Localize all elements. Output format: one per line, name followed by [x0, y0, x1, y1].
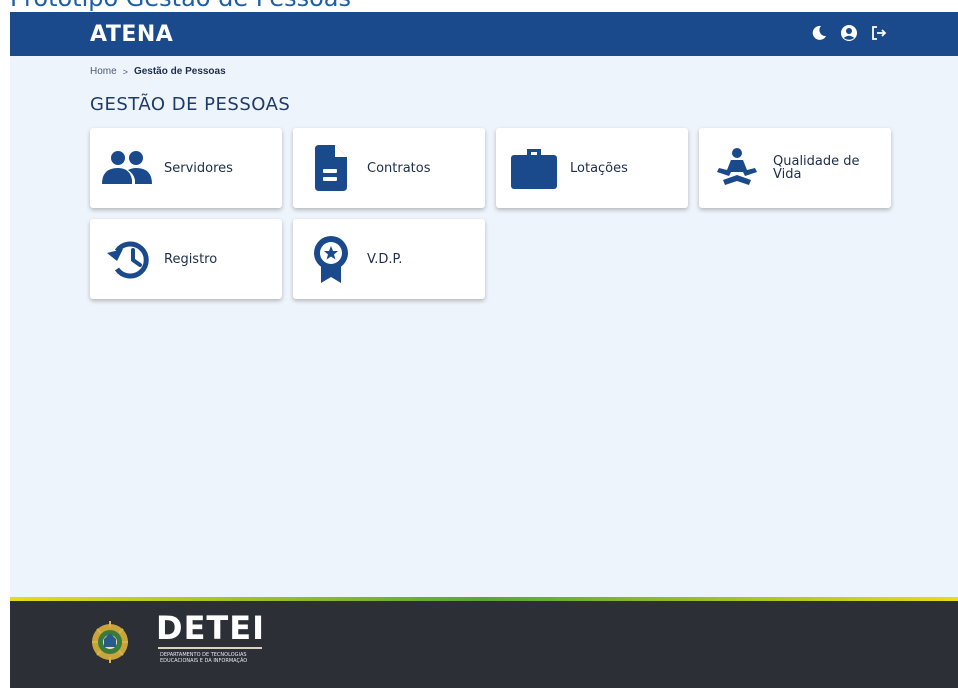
moon-icon[interactable] [810, 24, 828, 42]
card-label: Servidores [164, 160, 233, 176]
card-registro[interactable]: Registro [90, 219, 282, 299]
card-label: V.D.P. [367, 251, 403, 267]
logout-icon[interactable] [870, 24, 888, 42]
detei-logo-text: DETEI [156, 609, 266, 647]
user-circle-icon[interactable] [840, 24, 858, 42]
breadcrumb-current: Gestão de Pessoas [133, 66, 226, 77]
users-icon [102, 142, 154, 194]
card-label: Lotações [570, 160, 628, 176]
card-label: Qualidade de Vida [773, 154, 860, 182]
document-icon [305, 142, 357, 194]
document-title: Protótipo Gestão de Pessoas [10, 0, 351, 10]
briefcase-icon [508, 142, 560, 194]
card-vdp[interactable]: V.D.P. [293, 219, 485, 299]
footer: DETEI DEPARTAMENTO DE TECNOLOGIAS EDUCAC… [10, 601, 958, 688]
brand-logo[interactable]: ATENA [90, 22, 173, 47]
card-label: Registro [164, 251, 218, 267]
card-contratos[interactable]: Contratos [293, 128, 485, 208]
top-navbar: ATENA [10, 12, 958, 56]
breadcrumb: Home > Gestão de Pessoas [90, 66, 226, 77]
header-actions [810, 24, 888, 42]
meditation-icon [711, 142, 763, 194]
award-icon [305, 233, 357, 285]
state-seal-logo [90, 617, 130, 667]
history-icon [102, 233, 154, 285]
detei-logo: DETEI DEPARTAMENTO DE TECNOLOGIAS EDUCAC… [156, 611, 265, 664]
breadcrumb-separator: > [122, 66, 128, 77]
page-title: GESTÃO DE PESSOAS [90, 94, 291, 115]
card-label: Contratos [367, 160, 431, 176]
logo-subtitle-line-2: EDUCACIONAIS E DA INFORMAÇÃO [160, 658, 248, 664]
card-servidores[interactable]: Servidores [90, 128, 282, 208]
app-frame: ATENA Home > Gestão de Pessoas GESTÃO DE… [10, 12, 958, 688]
logo-divider [158, 647, 262, 649]
card-qualidade-de-vida[interactable]: Qualidade de Vida [699, 128, 891, 208]
card-lotacoes[interactable]: Lotações [496, 128, 688, 208]
breadcrumb-home[interactable]: Home [90, 66, 117, 77]
